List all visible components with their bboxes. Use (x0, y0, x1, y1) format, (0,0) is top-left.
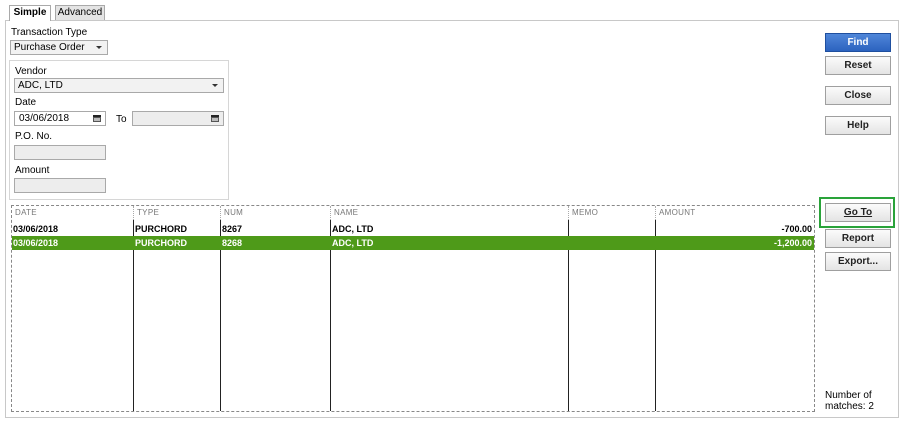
transaction-type-select[interactable]: Purchase Order (10, 40, 108, 55)
find-button[interactable]: Find (825, 33, 891, 52)
column-header-num[interactable]: NUM (220, 206, 330, 220)
cell-memo (569, 236, 655, 250)
column-header-type[interactable]: TYPE (133, 206, 220, 220)
po-number-label: P.O. No. (15, 131, 53, 142)
cell-num: 8267 (222, 224, 243, 234)
calendar-icon[interactable] (93, 115, 101, 122)
cell-date: 03/06/2018 (13, 238, 59, 248)
column-header-name[interactable]: NAME (330, 206, 568, 220)
tab-simple-label: Simple (13, 7, 47, 18)
cell-memo (569, 222, 655, 236)
tab-advanced[interactable]: Advanced (55, 5, 105, 20)
date-from-field[interactable]: 03/06/2018 (14, 111, 106, 126)
matches-line1: Number of (825, 390, 872, 401)
transaction-type-label: Transaction Type (11, 27, 88, 38)
cell-amount: -1,200.00 (773, 238, 812, 248)
amount-label: Amount (15, 165, 50, 176)
table-row-selected[interactable]: 03/06/2018 PURCHORD 8268 ADC, LTD -1,200… (12, 236, 814, 250)
cell-type: PURCHORD (135, 224, 188, 234)
matches-count: Number of matches: 2 (825, 390, 885, 412)
cell-num: 8268 (222, 238, 243, 248)
to-label: To (116, 114, 127, 125)
transaction-type-value: Purchase Order (14, 42, 85, 53)
po-number-field[interactable] (14, 145, 106, 160)
vendor-select[interactable]: ADC, LTD (14, 78, 224, 93)
date-from-value: 03/06/2018 (19, 113, 70, 124)
date-to-field[interactable] (132, 111, 224, 126)
goto-button[interactable]: Go To (825, 203, 891, 222)
column-header-memo[interactable]: MEMO (568, 206, 655, 220)
cell-date: 03/06/2018 (13, 224, 59, 234)
export-button[interactable]: Export... (825, 252, 891, 271)
cell-amount: -700.00 (781, 224, 812, 234)
close-button[interactable]: Close (825, 86, 891, 105)
date-label: Date (15, 97, 37, 108)
cell-name: ADC, LTD (332, 238, 374, 248)
reset-button[interactable]: Reset (825, 56, 891, 75)
tab-simple[interactable]: Simple (9, 5, 51, 21)
column-header-date[interactable]: DATE (12, 206, 133, 220)
matches-line2: matches: 2 (825, 401, 874, 412)
chevron-down-icon (96, 46, 102, 49)
chevron-down-icon (212, 84, 218, 87)
report-button[interactable]: Report (825, 229, 891, 248)
tab-advanced-label: Advanced (57, 7, 103, 18)
help-button[interactable]: Help (825, 116, 891, 135)
column-header-amount[interactable]: AMOUNT (655, 206, 814, 220)
results-table[interactable]: DATE TYPE NUM NAME MEMO AMOUNT 03/06/201… (11, 205, 815, 412)
amount-field[interactable] (14, 178, 106, 193)
table-row[interactable]: 03/06/2018 PURCHORD 8267 ADC, LTD -700.0… (12, 222, 814, 236)
cell-name: ADC, LTD (332, 224, 374, 234)
vendor-label: Vendor (15, 66, 47, 77)
cell-type: PURCHORD (135, 238, 188, 248)
goto-button-label: Go To (843, 207, 873, 218)
calendar-icon[interactable] (211, 115, 219, 122)
vendor-value: ADC, LTD (18, 80, 63, 91)
